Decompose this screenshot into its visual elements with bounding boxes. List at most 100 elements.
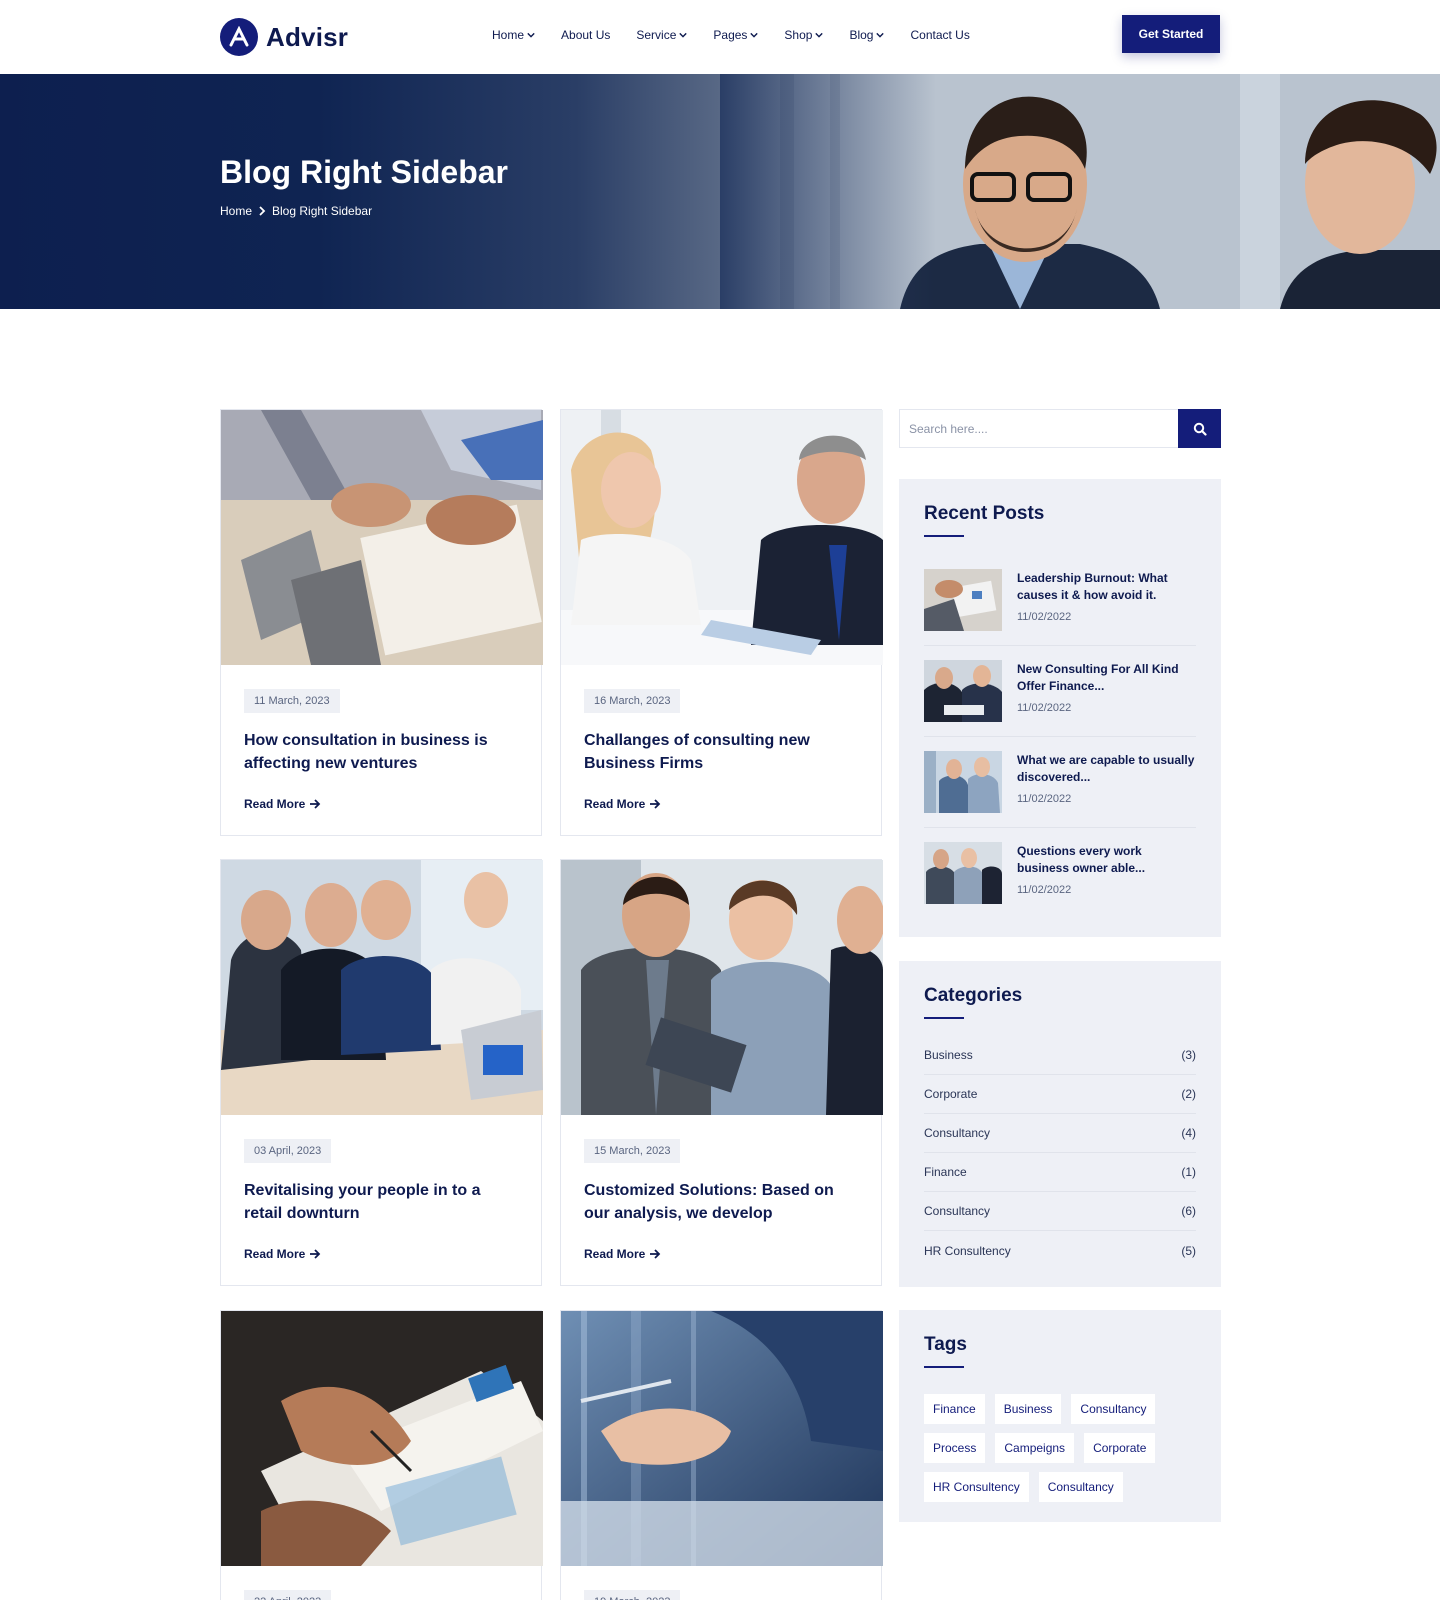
post-title[interactable]: Challanges of consulting new Business Fi… xyxy=(584,729,858,775)
chevron-down-icon xyxy=(527,32,535,38)
breadcrumb: Home Blog Right Sidebar xyxy=(220,204,372,218)
tag-hr-consultency[interactable]: HR Consultency xyxy=(924,1472,1029,1502)
arrow-right-icon xyxy=(310,799,321,809)
tags-widget: Tags Finance Business Consultancy Proces… xyxy=(899,1310,1221,1522)
recent-posts-widget: Recent Posts Leadership Burnout: What ca… xyxy=(899,479,1221,937)
categories-widget: Categories Business (3) Corporate (2) Cons… xyxy=(899,961,1221,1287)
widget-title: Recent Posts xyxy=(924,503,1045,524)
recent-post-thumb[interactable] xyxy=(924,660,1002,722)
site-header: Advisr Home About Us Service Pages Shop … xyxy=(0,0,1440,74)
page-title: Blog Right Sidebar xyxy=(220,154,508,190)
post-date: 11 March, 2023 xyxy=(244,689,340,713)
category-item[interactable]: Corporate (2) xyxy=(924,1075,1196,1114)
recent-post-title[interactable]: Leadership Burnout: What causes it & how… xyxy=(1017,570,1196,604)
post-image[interactable] xyxy=(561,1311,883,1566)
recent-post-item[interactable]: New Consulting For All Kind Offer Financ… xyxy=(924,646,1196,737)
post-image[interactable] xyxy=(221,1311,543,1566)
blog-card: 15 March, 2023 Customized Solutions: Bas… xyxy=(560,859,883,1286)
read-more-link[interactable]: Read More xyxy=(584,1247,858,1261)
category-count: (3) xyxy=(1181,1048,1196,1062)
category-label: Consultancy xyxy=(924,1126,991,1140)
recent-post-title[interactable]: What we are capable to usually discovere… xyxy=(1017,752,1196,786)
post-title[interactable]: How consultation in business is affectin… xyxy=(244,729,518,775)
nav-item-home[interactable]: Home xyxy=(492,28,535,42)
arrow-right-icon xyxy=(650,1249,661,1259)
category-count: (4) xyxy=(1181,1126,1196,1140)
category-item[interactable]: Business (3) xyxy=(924,1036,1196,1075)
main-nav: Home About Us Service Pages Shop Blog Co… xyxy=(492,28,970,42)
recent-post-title[interactable]: New Consulting For All Kind Offer Financ… xyxy=(1017,661,1196,695)
category-item[interactable]: Finance (1) xyxy=(924,1153,1196,1192)
logo[interactable]: Advisr xyxy=(220,18,348,56)
arrow-right-icon xyxy=(650,799,661,809)
breadcrumb-current: Blog Right Sidebar xyxy=(272,204,373,218)
recent-post-date: 11/02/2022 xyxy=(1017,611,1072,623)
category-item[interactable]: HR Consultency (5) xyxy=(924,1231,1196,1270)
recent-post-title[interactable]: Questions every work business owner able… xyxy=(1017,843,1196,877)
breadcrumb-home[interactable]: Home xyxy=(220,204,252,218)
category-item[interactable]: Consultancy (4) xyxy=(924,1114,1196,1153)
blog-card: 22 April, 2023 xyxy=(220,1310,543,1600)
post-title[interactable]: Revitalising your people in to a retail … xyxy=(244,1179,518,1225)
search-box xyxy=(899,409,1221,448)
widget-title: Categories xyxy=(924,985,1023,1006)
post-image[interactable] xyxy=(221,860,543,1115)
nav-item-contact[interactable]: Contact Us xyxy=(910,28,969,42)
blog-card: 19 March, 2023 xyxy=(560,1310,883,1600)
chevron-right-icon xyxy=(259,206,266,216)
arrow-right-icon xyxy=(310,1249,321,1259)
recent-post-item[interactable]: What we are capable to usually discovere… xyxy=(924,737,1196,828)
nav-item-blog[interactable]: Blog xyxy=(849,28,885,42)
category-count: (6) xyxy=(1181,1204,1196,1218)
logo-mark-icon xyxy=(220,18,258,56)
search-icon xyxy=(1193,422,1207,436)
recent-post-item[interactable]: Questions every work business owner able… xyxy=(924,828,1196,918)
read-more-link[interactable]: Read More xyxy=(584,797,858,811)
chevron-down-icon xyxy=(876,32,885,38)
recent-post-thumb[interactable] xyxy=(924,842,1002,904)
tag-cloud: Finance Business Consultancy Process Cam… xyxy=(924,1394,1196,1502)
recent-post-thumb[interactable] xyxy=(924,569,1002,631)
category-count: (1) xyxy=(1181,1165,1196,1179)
blog-card: 16 March, 2023 Challanges of consulting … xyxy=(560,409,883,836)
nav-item-about[interactable]: About Us xyxy=(561,28,610,42)
nav-item-pages[interactable]: Pages xyxy=(713,28,759,42)
logo-text: Advisr xyxy=(266,21,349,52)
category-label: Finance xyxy=(924,1165,967,1179)
chevron-down-icon xyxy=(815,32,824,38)
widget-title: Tags xyxy=(924,1334,967,1355)
search-input[interactable] xyxy=(900,410,1178,447)
tag-corporate[interactable]: Corporate xyxy=(1084,1433,1156,1463)
tag-finance[interactable]: Finance xyxy=(924,1394,985,1424)
tag-business[interactable]: Business xyxy=(994,1394,1062,1424)
blog-card: 03 April, 2023 Revitalising your people … xyxy=(220,859,543,1286)
tag-process[interactable]: Process xyxy=(924,1433,986,1463)
tag-consultancy[interactable]: Consultancy xyxy=(1071,1394,1156,1424)
title-underline xyxy=(924,1017,964,1019)
nav-item-shop[interactable]: Shop xyxy=(784,28,824,42)
search-button[interactable] xyxy=(1178,409,1221,448)
category-label: Business xyxy=(924,1048,973,1062)
post-date: 22 April, 2023 xyxy=(244,1590,332,1600)
recent-post-thumb[interactable] xyxy=(924,751,1002,813)
post-date: 19 March, 2023 xyxy=(584,1590,681,1600)
category-count: (5) xyxy=(1181,1243,1196,1258)
post-date: 16 March, 2023 xyxy=(584,689,681,713)
post-image[interactable] xyxy=(561,860,883,1115)
post-image[interactable] xyxy=(221,410,543,665)
recent-post-item[interactable]: Leadership Burnout: What causes it & how… xyxy=(924,555,1196,646)
chevron-down-icon xyxy=(750,32,759,38)
category-item[interactable]: Consultancy (6) xyxy=(924,1192,1196,1231)
read-more-link[interactable]: Read More xyxy=(244,797,518,811)
tag-consultancy-2[interactable]: Consultancy xyxy=(1038,1472,1123,1502)
get-started-button[interactable]: Get Started xyxy=(1122,15,1220,53)
read-more-link[interactable]: Read More xyxy=(244,1247,518,1261)
nav-item-service[interactable]: Service xyxy=(636,28,688,42)
tag-campeigns[interactable]: Campeigns xyxy=(995,1433,1075,1463)
post-title[interactable]: Customized Solutions: Based on our analy… xyxy=(584,1179,858,1225)
title-underline xyxy=(924,535,964,537)
category-label: HR Consultency xyxy=(924,1243,1011,1258)
recent-post-date: 11/02/2022 xyxy=(1017,793,1072,805)
post-image[interactable] xyxy=(561,410,883,665)
recent-post-date: 11/02/2022 xyxy=(1017,702,1072,714)
